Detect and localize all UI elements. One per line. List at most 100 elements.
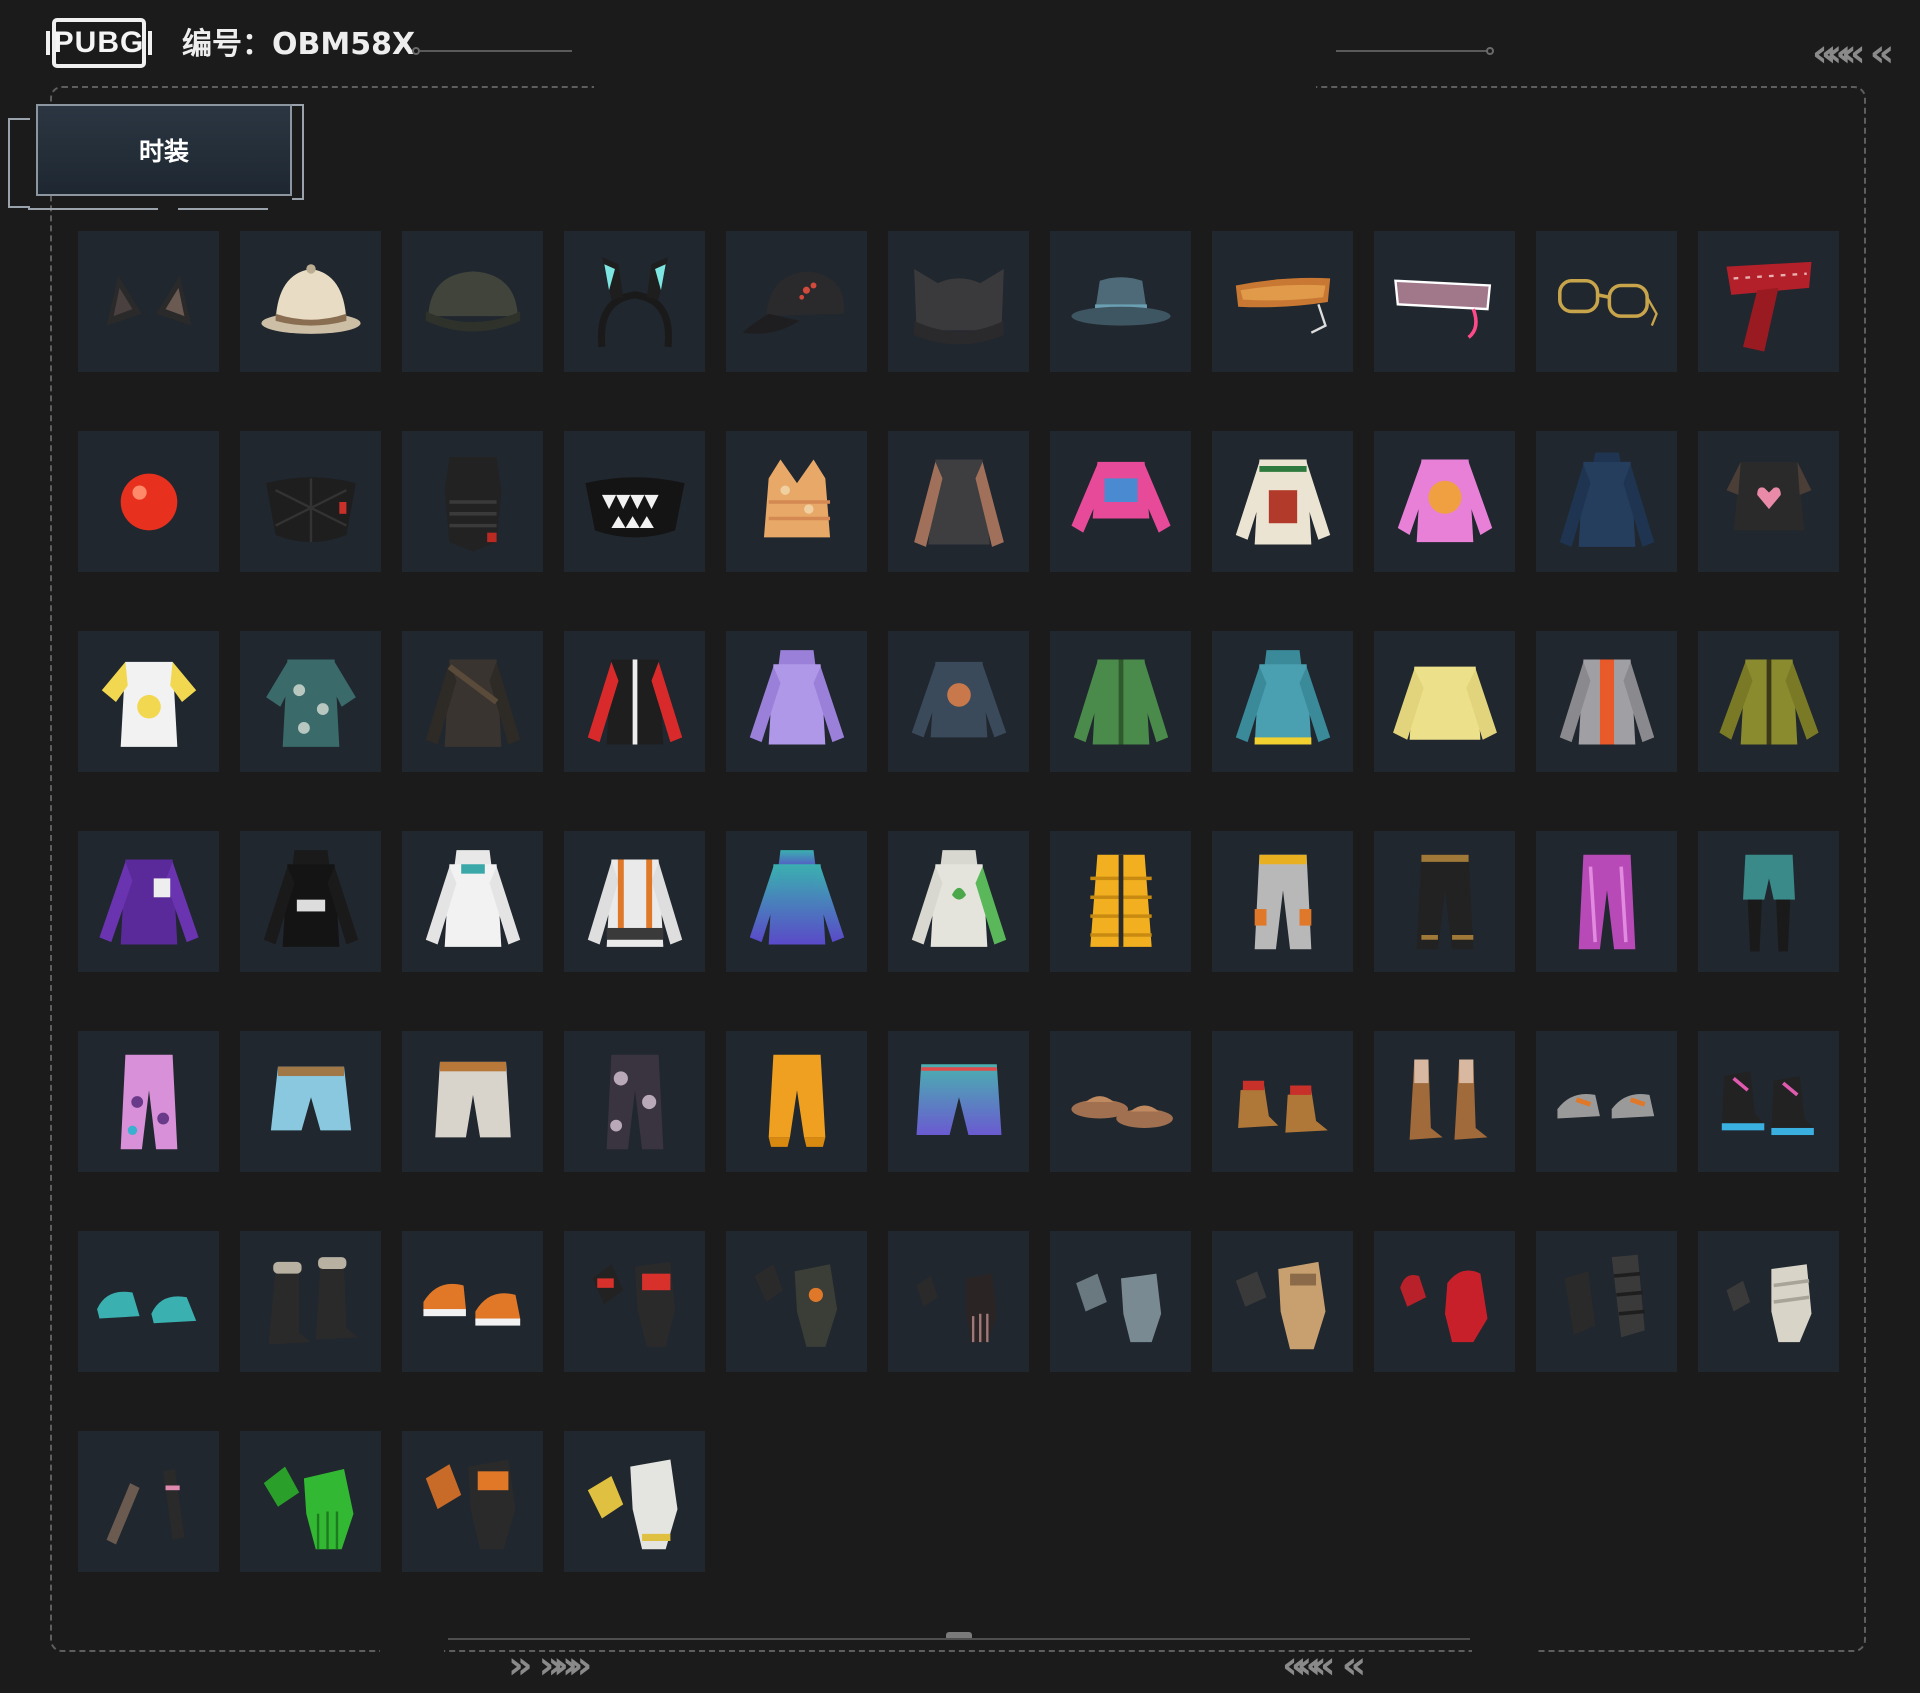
item-slot-black-hoodie[interactable]	[240, 831, 381, 972]
item-slot-cat-beanie[interactable]	[888, 231, 1029, 372]
item-slot-denim-shorts[interactable]	[240, 1031, 381, 1172]
tan-gloves-icon	[1235, 1261, 1325, 1349]
cat-ears-icon	[106, 275, 191, 326]
item-slot-tattoo-sleeve-shirt[interactable]	[888, 431, 1029, 572]
item-slot-cat-ears[interactable]	[78, 231, 219, 372]
item-slot-white-shorts[interactable]	[402, 1031, 543, 1172]
item-slot-cargo-pants[interactable]	[1212, 831, 1353, 972]
item-slot-high-top-sneakers[interactable]	[1698, 1031, 1839, 1172]
item-slot-bucket-hat[interactable]	[1050, 231, 1191, 372]
item-slot-pith-helmet[interactable]	[240, 231, 381, 372]
item-slot-teal-hoodie[interactable]	[1212, 631, 1353, 772]
graphic-sweatshirt-icon	[911, 661, 1006, 737]
item-slot-round-glasses[interactable]	[1536, 231, 1677, 372]
visor-glasses-icon	[1235, 277, 1330, 334]
item-slot-wraps[interactable]	[1536, 1231, 1677, 1372]
tall-boots-icon	[1409, 1059, 1487, 1140]
item-slot-green-cardigan[interactable]	[1050, 631, 1191, 772]
item-slot-leather-jacket[interactable]	[402, 631, 543, 772]
item-slot-red-mittens[interactable]	[1374, 1231, 1515, 1372]
item-slot-moto-gloves[interactable]	[564, 1231, 705, 1372]
item-slot-floral-shirt[interactable]	[240, 631, 381, 772]
slides-icon	[1070, 1095, 1173, 1128]
high-top-sneakers-icon	[1721, 1070, 1814, 1135]
item-slot-yellow-tee[interactable]	[78, 631, 219, 772]
item-slot-orange-gloves[interactable]	[402, 1431, 543, 1572]
item-slot-printed-pants[interactable]	[78, 1031, 219, 1172]
item-slot-tactical-mask[interactable]	[402, 431, 543, 572]
chevron-right-icon: »	[553, 1643, 577, 1687]
chevron-left-icon: «	[1341, 1643, 1366, 1687]
bottom-left-chevrons: »»»»	[508, 1643, 592, 1687]
item-slot-visor-glasses[interactable]	[1212, 231, 1353, 372]
item-slot-puffer-vest[interactable]	[1050, 831, 1191, 972]
item-slot-teeth-mask[interactable]	[564, 431, 705, 572]
item-slot-camo-pants[interactable]	[564, 1031, 705, 1172]
item-slot-gradient-hoodie[interactable]	[726, 831, 867, 972]
item-slot-clogs[interactable]	[78, 1231, 219, 1372]
item-slot-silver-jacket[interactable]	[1536, 631, 1677, 772]
purple-track-jacket-icon	[98, 859, 199, 944]
item-slot-yellow-sweater[interactable]	[1374, 631, 1515, 772]
item-slot-green-gloves[interactable]	[240, 1431, 381, 1572]
tab-underline	[178, 208, 268, 210]
item-slot-fingerless-gloves[interactable]	[888, 1231, 1029, 1372]
item-slot-black-pants[interactable]	[1374, 831, 1515, 972]
fingerless-gloves-icon	[916, 1273, 997, 1342]
baseball-cap-icon	[742, 270, 844, 334]
item-slot-fur-boots[interactable]	[240, 1231, 381, 1372]
item-slot-orange-sneakers[interactable]	[402, 1231, 543, 1372]
item-slot-slides[interactable]	[1050, 1031, 1191, 1172]
item-slot-tall-boots[interactable]	[1374, 1031, 1515, 1172]
item-slot-holiday-sweater[interactable]	[1212, 431, 1353, 572]
black-pants-icon	[1416, 854, 1473, 949]
item-slot-board-shorts[interactable]	[888, 1031, 1029, 1172]
item-slot-shorts-leggings[interactable]	[1698, 831, 1839, 972]
leaf-hoodie-icon	[911, 849, 1006, 947]
item-slot-bunny-ears-headband[interactable]	[564, 231, 705, 372]
item-slot-orange-pants[interactable]	[726, 1031, 867, 1172]
item-slot-grey-gloves[interactable]	[1050, 1231, 1191, 1372]
item-slot-white-hoodie[interactable]	[402, 831, 543, 972]
item-slot-pink-tiger-sweater[interactable]	[1374, 431, 1515, 572]
item-slot-bandage-gloves[interactable]	[1698, 1231, 1839, 1372]
item-slot-red-scarf[interactable]	[1698, 231, 1839, 372]
item-slot-clown-nose[interactable]	[78, 431, 219, 572]
item-slot-heart-crop-top[interactable]	[1698, 431, 1839, 572]
racing-jacket-icon	[587, 659, 682, 744]
item-slot-turtleneck[interactable]	[1536, 431, 1677, 572]
yellow-sweater-icon	[1392, 666, 1497, 740]
chevron-right-icon: »	[538, 1643, 563, 1687]
item-slot-arm-wraps[interactable]	[78, 1431, 219, 1572]
item-slot-crop-top[interactable]	[726, 431, 867, 572]
frame-gap-bottom-left	[380, 1644, 444, 1658]
item-slot-leaf-hoodie[interactable]	[888, 831, 1029, 972]
item-slot-baseball-cap[interactable]	[726, 231, 867, 372]
item-slot-olive-jacket[interactable]	[1698, 631, 1839, 772]
item-slot-work-gloves[interactable]	[564, 1431, 705, 1572]
item-slot-sneakers[interactable]	[1536, 1031, 1677, 1172]
item-slot-harness-jacket[interactable]	[564, 831, 705, 972]
tab-fashion[interactable]: 时装	[36, 104, 292, 196]
orange-pants-icon	[768, 1054, 825, 1147]
item-slot-purple-track-jacket[interactable]	[78, 831, 219, 972]
item-slot-beanie[interactable]	[402, 231, 543, 372]
tattoo-sleeve-shirt-icon	[913, 459, 1004, 547]
moto-gloves-icon	[592, 1261, 675, 1347]
printed-pants-icon	[120, 1054, 177, 1149]
silver-jacket-icon	[1559, 659, 1654, 744]
item-slot-work-boots[interactable]	[1212, 1031, 1353, 1172]
item-slot-racing-jacket[interactable]	[564, 631, 705, 772]
item-slot-purple-hoodie[interactable]	[726, 631, 867, 772]
top-right-chevrons: ««««	[1812, 31, 1894, 75]
fur-boots-icon	[268, 1256, 358, 1344]
item-slot-pink-pants[interactable]	[1536, 831, 1677, 972]
item-slot-graphic-sweatshirt[interactable]	[888, 631, 1029, 772]
chevron-left-icon: «	[1812, 31, 1836, 75]
item-slot-quilted-mask[interactable]	[240, 431, 381, 572]
bucket-hat-icon	[1070, 276, 1171, 326]
item-slot-cyber-visor[interactable]	[1374, 231, 1515, 372]
item-slot-tactical-gloves[interactable]	[726, 1231, 867, 1372]
item-slot-pink-crop-sweater[interactable]	[1050, 431, 1191, 572]
item-slot-tan-gloves[interactable]	[1212, 1231, 1353, 1372]
